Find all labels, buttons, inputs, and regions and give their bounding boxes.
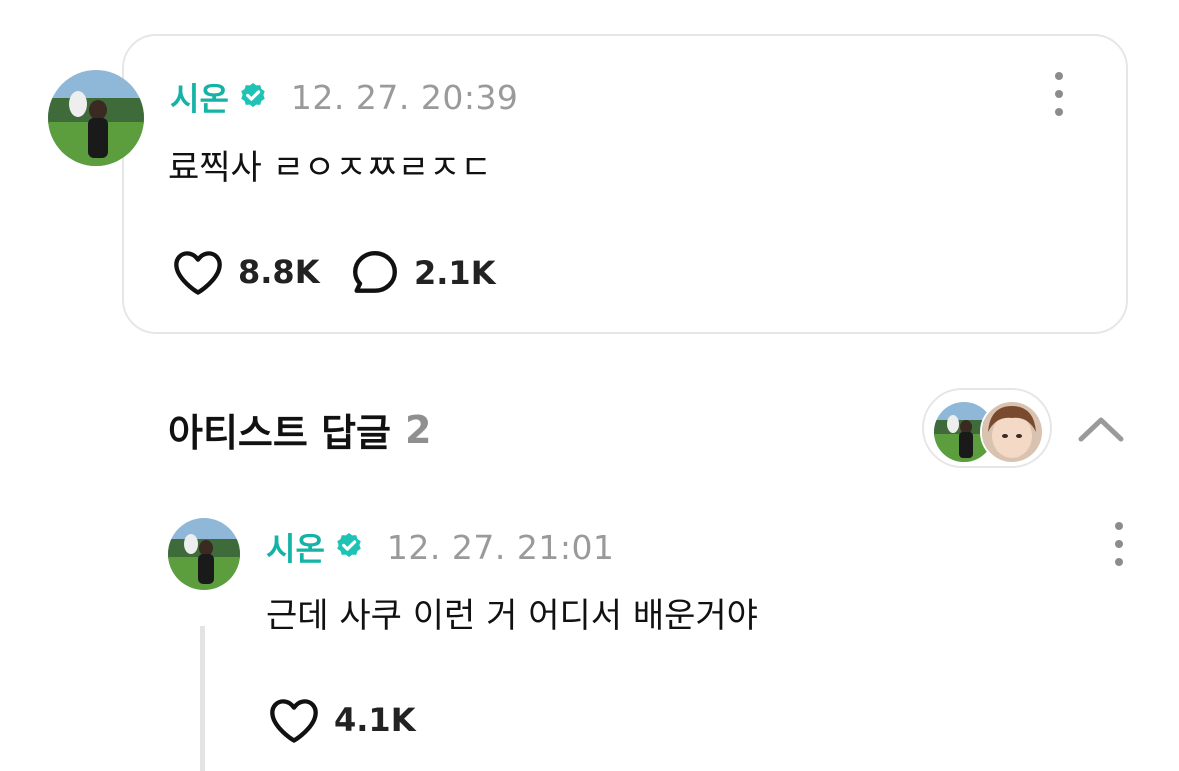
reply-count: 2 — [405, 407, 432, 452]
post-timestamp: 12. 27. 20:39 — [290, 77, 519, 117]
reply-text: 근데 사쿠 이런 거 어디서 배운거야 — [266, 596, 758, 636]
like-button[interactable]: 8.8K — [172, 248, 319, 296]
more-options-icon[interactable] — [1049, 72, 1069, 116]
artist-replies-header: 아티스트 답글 2 — [168, 402, 431, 457]
replier-avatar — [980, 400, 1044, 464]
reply-author-avatar[interactable] — [168, 518, 240, 590]
post-header: 시온 12. 27. 20:39 — [170, 74, 518, 120]
author-name[interactable]: 시온 — [170, 74, 229, 120]
post-text: 료찍사 ㄹㅇㅈㅉㄹㅈㄷ — [168, 148, 492, 188]
heart-icon — [174, 251, 222, 295]
heart-icon — [270, 699, 318, 743]
thread-line — [200, 626, 205, 771]
comment-bubble-icon — [353, 251, 397, 293]
collapse-chevron-up-icon[interactable] — [1076, 410, 1126, 446]
replier-avatars[interactable] — [922, 388, 1052, 468]
comment-count: 2.1K — [414, 254, 496, 292]
verified-badge-icon — [237, 81, 269, 113]
comment-button[interactable]: 2.1K — [350, 248, 495, 298]
author-avatar[interactable] — [48, 70, 144, 166]
section-title: 아티스트 답글 — [168, 411, 391, 455]
verified-badge-icon — [333, 531, 365, 563]
reply-author-name[interactable]: 시온 — [266, 524, 325, 570]
reply-header: 시온 12. 27. 21:01 — [266, 524, 614, 570]
reply-more-options-icon[interactable] — [1109, 522, 1129, 566]
reply-like-count: 4.1K — [334, 701, 416, 739]
reply-like-button[interactable]: 4.1K — [268, 696, 415, 744]
reply-timestamp: 12. 27. 21:01 — [386, 527, 615, 567]
like-count: 8.8K — [238, 253, 320, 291]
